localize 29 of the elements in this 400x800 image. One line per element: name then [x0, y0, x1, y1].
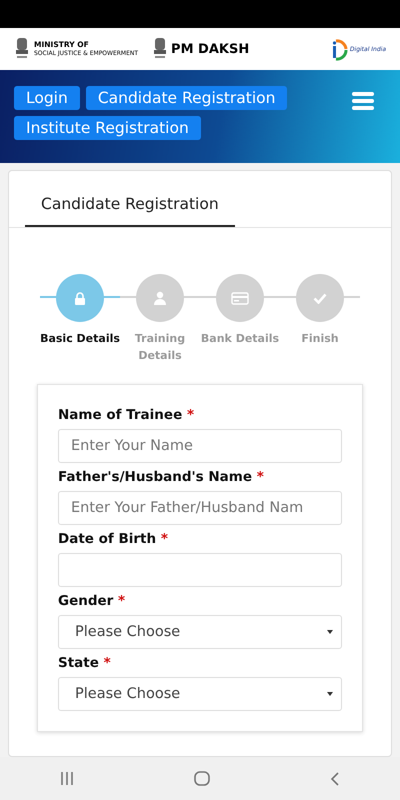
- nav-button[interactable]: Candidate Registration: [86, 86, 288, 110]
- select-field[interactable]: Please Choose: [58, 615, 342, 649]
- select-field[interactable]: Please Choose: [58, 677, 342, 711]
- field-label: Name of Trainee *: [58, 407, 195, 423]
- step-label: Finish: [301, 331, 339, 347]
- step-label: Basic Details: [40, 331, 120, 347]
- menu-icon[interactable]: [352, 92, 374, 110]
- caret-icon: [327, 692, 333, 696]
- caret-icon: [327, 630, 333, 634]
- nav-button[interactable]: Login: [14, 86, 80, 110]
- text-field[interactable]: Enter Your Name: [58, 429, 342, 463]
- text-field[interactable]: Enter Your Father/Husband Nam: [58, 491, 342, 525]
- check-icon: [313, 292, 327, 304]
- field-label: Gender *: [58, 593, 126, 609]
- user-icon: [153, 291, 167, 305]
- nav-button[interactable]: Institute Registration: [14, 116, 201, 140]
- home-icon[interactable]: [194, 771, 210, 786]
- brand-title: PM DAKSH: [171, 42, 250, 56]
- registration-tab[interactable]: Candidate Registration: [25, 189, 235, 227]
- card-icon: [231, 292, 249, 304]
- step-label: Training Details: [134, 331, 186, 364]
- date-field[interactable]: [58, 553, 342, 587]
- back-icon[interactable]: [330, 772, 340, 786]
- step-label: Bank Details: [200, 331, 280, 347]
- field-label: Date of Birth *: [58, 531, 169, 547]
- field-label: Father's/Husband's Name *: [58, 469, 265, 485]
- lock-icon: [74, 292, 86, 304]
- field-label: State *: [58, 655, 112, 671]
- recent-apps-icon[interactable]: [60, 772, 74, 785]
